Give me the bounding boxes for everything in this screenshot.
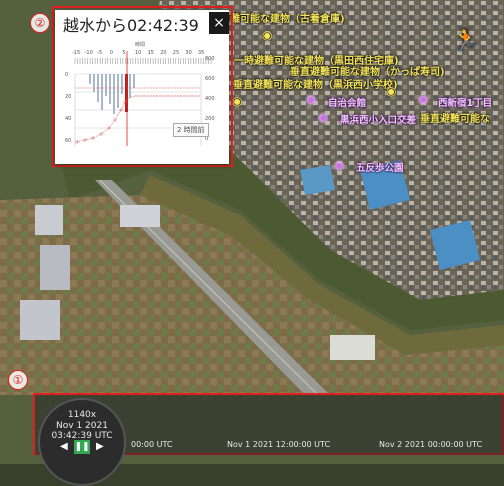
- y-right-tick-label: 800: [205, 56, 215, 62]
- x-tick-label: -10: [85, 50, 93, 56]
- poi-label-jichikai[interactable]: 自治会館: [328, 95, 366, 109]
- pause-button[interactable]: ❚❚: [74, 440, 90, 454]
- rainfall-bar: [109, 74, 111, 104]
- y-left-tick-label: 0: [65, 72, 68, 78]
- x-tick-label: 25: [173, 50, 179, 56]
- x-tick-label: 35: [198, 50, 204, 56]
- rainfall-bar: [101, 74, 103, 110]
- map-pin-icon[interactable]: ◉: [334, 158, 344, 172]
- close-icon[interactable]: ×: [209, 12, 229, 34]
- poi-label-nishishin[interactable]: 西新宿1丁目: [438, 95, 492, 109]
- rainfall-bar: [105, 74, 107, 96]
- timeline-tick-3: Nov 2 2021 00:00:00 UTC: [379, 440, 483, 449]
- x-axis-label: 時間: [135, 42, 145, 48]
- animation-clock-widget[interactable]: 1140x Nov 1 2021 03:42:39 UTC ◀ ❚❚ ▶: [38, 398, 126, 486]
- current-date: Nov 1 2021: [56, 421, 108, 431]
- x-tick-label: 5: [122, 50, 125, 56]
- annotation-marker-2: ②: [30, 13, 50, 33]
- timeline-tick-1: 00:00 UTC: [131, 440, 173, 449]
- map-pin-icon[interactable]: ◉: [418, 92, 428, 106]
- poi-label-junction[interactable]: 黒浜西小入口交差: [340, 112, 416, 126]
- map-pin-icon[interactable]: ◉: [306, 92, 316, 106]
- map-pin-icon[interactable]: ◉: [386, 84, 396, 98]
- y-right-tick-label: 200: [205, 116, 215, 122]
- annotation-marker-1: ①: [8, 370, 28, 390]
- timeline-tick-2: Nov 1 2021 12:00:00 UTC: [227, 440, 331, 449]
- shelter-label-right[interactable]: 垂直避難可能な: [420, 110, 490, 125]
- x-tick-label: 20: [160, 50, 166, 56]
- rainfall-bars: [89, 74, 135, 114]
- rainfall-bar: [93, 74, 95, 92]
- running-person-icon[interactable]: 🏃: [452, 28, 479, 53]
- rainfall-bar: [133, 74, 135, 88]
- map-pin-icon[interactable]: ◉: [232, 94, 242, 108]
- play-forward-icon[interactable]: ▶: [96, 441, 104, 452]
- x-tick-label: -5: [97, 50, 102, 56]
- x-tick-label: 30: [185, 50, 191, 56]
- rainfall-bar: [113, 74, 115, 114]
- y-left-tick-label: 60: [65, 138, 71, 144]
- rainfall-bar: [129, 74, 131, 98]
- rainfall-bar: [117, 74, 119, 108]
- playback-speed: 1140x: [67, 410, 97, 420]
- popup-title: 越水から02:42:39: [63, 16, 199, 35]
- two-hours-before-button[interactable]: 2 時間前: [173, 123, 209, 137]
- water-level-chart: 時間 -15 -10 -5 0 5 10 15 20 25 30 35 0 20 40 60 800 600…: [65, 42, 215, 146]
- y-left-tick-label: 20: [65, 94, 71, 100]
- x-tick-label: 10: [135, 50, 141, 56]
- y-right-tick-label: 600: [205, 76, 215, 82]
- x-tick-label: -15: [72, 50, 80, 56]
- rainfall-bar: [121, 74, 123, 94]
- poi-label-goboshi[interactable]: 五反歩公園: [356, 160, 404, 174]
- flood-info-popup: 越水から02:42:39 × 時間 -15 -10 -5 0 5 10 15 20 25 30 35…: [55, 10, 229, 164]
- shelter-label-school[interactable]: 垂直避難可能な建物（黒浜西小学校): [233, 76, 398, 91]
- y-left-tick-label: 40: [65, 116, 71, 122]
- map-pin-icon[interactable]: ◉: [318, 110, 328, 124]
- shelter-label-kogi[interactable]: 難可能な建物（古着倉庫): [230, 10, 345, 25]
- map-pin-icon[interactable]: ◉: [262, 28, 272, 42]
- rewind-icon[interactable]: ◀: [60, 441, 68, 452]
- x-tick-label: 15: [148, 50, 154, 56]
- water-level-point: [113, 118, 117, 122]
- current-rainfall-bar: [125, 74, 128, 112]
- x-tick-label: 0: [110, 50, 113, 56]
- rainfall-bar: [89, 74, 91, 84]
- y-right-tick-label: 400: [205, 96, 215, 102]
